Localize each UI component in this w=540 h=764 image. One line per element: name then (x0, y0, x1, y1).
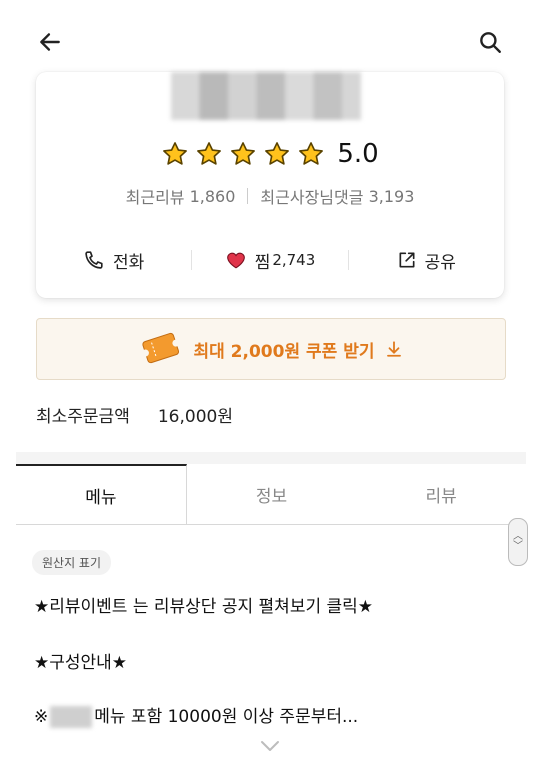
star-icon (263, 140, 291, 168)
coupon-ticket-icon (142, 332, 180, 364)
star-icon (229, 140, 257, 168)
tab-reviews[interactable]: 리뷰 (356, 464, 526, 524)
call-button[interactable]: 전화 (36, 248, 191, 273)
min-order-row: 최소주문금액 16,000원 (36, 402, 233, 427)
arrow-left-icon (40, 33, 60, 51)
expand-chevron-icon[interactable] (258, 736, 282, 756)
origin-badge[interactable]: 원산지 표기 (32, 550, 112, 575)
notice-prefix: ※ (34, 707, 49, 727)
phone-icon (85, 251, 103, 269)
like-count: 2,743 (272, 251, 316, 269)
like-button[interactable]: 찜 2,743 (192, 248, 347, 273)
coupon-button[interactable]: 최대 2,000원 쿠폰 받기 (36, 318, 506, 380)
divider (247, 188, 249, 204)
star-icon (161, 140, 189, 168)
like-label: 찜 (254, 252, 271, 273)
rating-value: 5.0 (337, 139, 379, 169)
notice-line-review-event: ★리뷰이벤트 는 리뷰상단 공지 펼쳐보기 클릭★ (34, 597, 374, 617)
download-icon (386, 341, 401, 357)
heart-icon (226, 252, 245, 269)
search-button[interactable] (470, 22, 510, 62)
top-bar (0, 0, 540, 80)
recent-reviews-count: 1,860 (189, 186, 236, 206)
chevron-down-icon: ﹀ (513, 541, 523, 552)
tab-bar: 메뉴 정보 리뷰 (16, 464, 526, 525)
share-icon (399, 252, 415, 268)
review-counts: 최근리뷰 1,860 최근사장님댓글 3,193 (36, 184, 504, 208)
store-name-redacted (171, 72, 361, 120)
recent-reviews-label: 최근리뷰 (125, 188, 185, 207)
store-info-card: 5.0 최근리뷰 1,860 최근사장님댓글 3,193 전화 찜 2,743 공… (36, 72, 504, 298)
min-order-value: 16,000원 (157, 407, 233, 427)
notice-line-composition: ★구성안내★ (34, 653, 128, 673)
search-icon (480, 32, 501, 53)
tab-info[interactable]: 정보 (187, 464, 357, 524)
star-icon (195, 140, 223, 168)
owner-replies-label: 최근사장님댓글 (260, 188, 364, 207)
owner-replies-count: 3,193 (368, 186, 415, 206)
star-icon (297, 140, 325, 168)
share-label: 공유 (424, 252, 456, 273)
store-actions: 전화 찜 2,743 공유 (36, 240, 504, 280)
redacted-text (50, 706, 93, 728)
share-button[interactable]: 공유 (349, 248, 504, 273)
call-label: 전화 (113, 252, 145, 273)
notice-suffix: 메뉴 포함 10000원 이상 주문부터... (94, 707, 359, 727)
tab-menu[interactable]: 메뉴 (16, 464, 187, 524)
scroll-handle[interactable]: ︿ ﹀ (508, 518, 528, 566)
coupon-label: 최대 2,000원 쿠폰 받기 (193, 341, 375, 362)
rating-row: 5.0 (36, 136, 504, 172)
notice-line-min-order: ※ 메뉴 포함 10000원 이상 주문부터... (34, 702, 358, 728)
section-divider (16, 452, 526, 464)
back-button[interactable] (30, 22, 70, 62)
min-order-label: 최소주문금액 (36, 407, 130, 427)
